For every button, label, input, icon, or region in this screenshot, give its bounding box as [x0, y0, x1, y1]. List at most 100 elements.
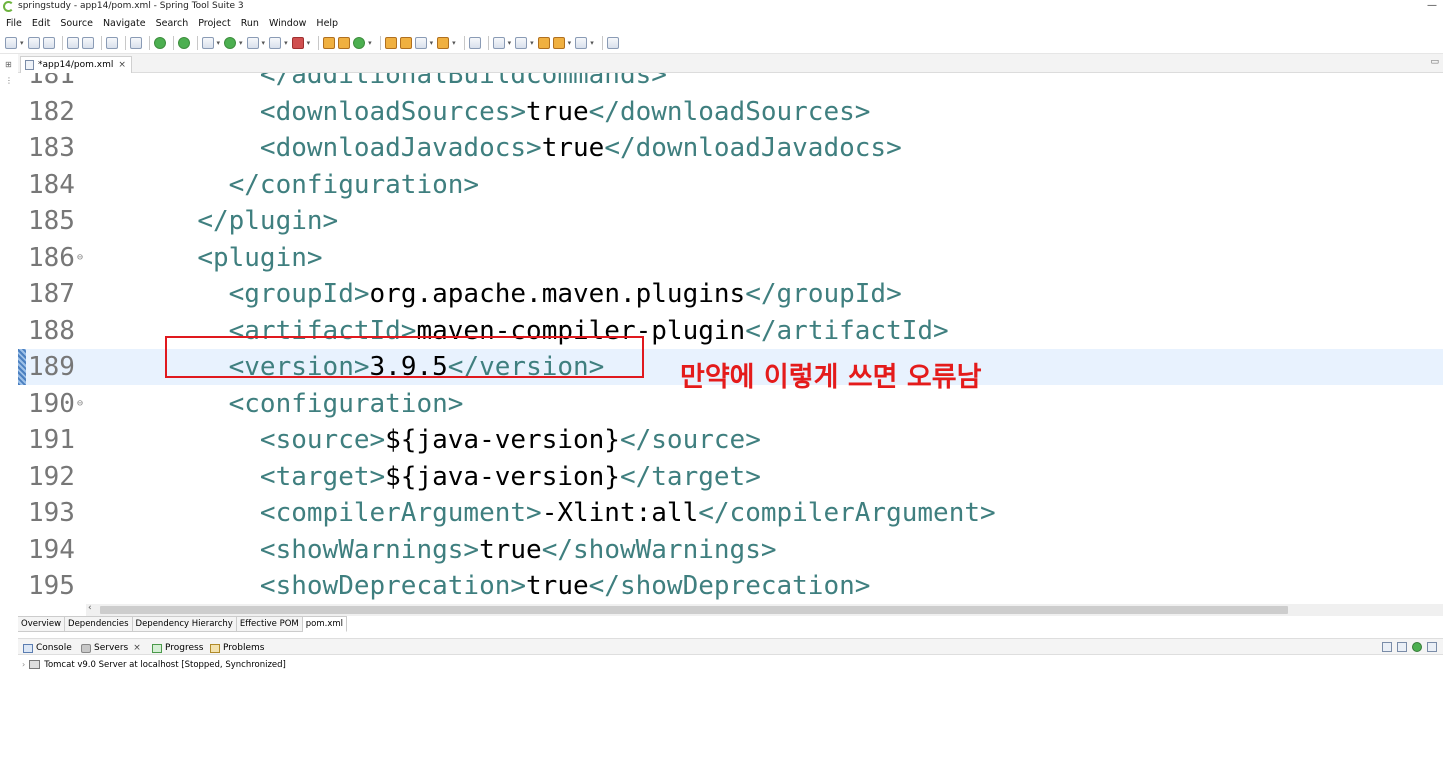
properties-icon[interactable] [81, 36, 94, 49]
dropdown-arrow-icon[interactable]: ▾ [217, 39, 221, 47]
new-file-icon[interactable] [5, 36, 17, 49]
close-icon[interactable]: × [118, 60, 126, 70]
code-line[interactable]: 185 </plugin> [18, 203, 1443, 239]
save-all-icon[interactable] [42, 36, 55, 49]
code-text[interactable]: <plugin> [166, 240, 322, 276]
code-text[interactable]: <showWarnings>true</showWarnings> [166, 532, 777, 568]
tab-pom-xml[interactable]: *app14/pom.xml × [20, 56, 132, 73]
new-package-icon[interactable] [338, 36, 351, 49]
code-line[interactable]: 193 <compilerArgument>-Xlint:all</compil… [18, 495, 1443, 531]
open-resource-icon[interactable] [399, 36, 412, 49]
new-class-icon[interactable] [353, 36, 366, 49]
code-line[interactable]: 191 <source>${java-version}</source> [18, 422, 1443, 458]
close-icon[interactable]: × [133, 643, 141, 653]
dropdown-arrow-icon[interactable]: ▾ [20, 39, 24, 47]
code-text[interactable]: <version>3.9.5</version> [166, 349, 605, 385]
menu-source[interactable]: Source [60, 18, 93, 29]
menu-run[interactable]: Run [241, 18, 259, 29]
hierarchy-icon[interactable]: ⋮ [5, 76, 13, 85]
last-edit-location-icon[interactable] [537, 36, 550, 49]
code-line[interactable]: 181 </additionalBuildcommands> [18, 73, 1443, 93]
dropdown-arrow-icon[interactable]: ▾ [530, 39, 534, 47]
code-text[interactable]: <downloadJavadocs>true</downloadJavadocs… [166, 130, 902, 166]
coverage-icon[interactable] [246, 36, 259, 49]
code-text[interactable]: </configuration> [166, 167, 479, 203]
debug-icon[interactable] [201, 36, 214, 49]
search-icon[interactable] [414, 36, 427, 49]
minimize-button[interactable]: — [1427, 0, 1437, 11]
tab-effective-pom[interactable]: Effective POM [236, 617, 303, 632]
print-icon[interactable] [66, 36, 79, 49]
code-text[interactable]: <groupId>org.apache.maven.plugins</group… [166, 276, 902, 312]
dropdown-arrow-icon[interactable]: ▾ [262, 39, 266, 47]
code-text[interactable]: <showDeprecation>true</showDeprecation> [166, 568, 871, 604]
tab-problems[interactable]: Problems [210, 641, 264, 655]
back-icon[interactable] [552, 36, 565, 49]
dropdown-arrow-icon[interactable]: ▾ [368, 39, 372, 47]
next-annotation-icon[interactable] [492, 36, 505, 49]
menu-window[interactable]: Window [269, 18, 306, 29]
dropdown-arrow-icon[interactable]: ▾ [284, 39, 288, 47]
code-text[interactable]: </plugin> [166, 203, 338, 239]
expand-arrow-icon[interactable]: › [22, 660, 25, 669]
tab-dependencies[interactable]: Dependencies [65, 617, 133, 632]
run-icon[interactable] [224, 36, 237, 49]
spring-boot-dashboard-icon[interactable] [153, 36, 166, 49]
code-line[interactable]: 194 <showWarnings>true</showWarnings> [18, 532, 1443, 568]
code-editor[interactable]: 181 </additionalBuildcommands> 182 <downl… [18, 73, 1443, 604]
menu-file[interactable]: File [6, 18, 22, 29]
fold-toggle-icon[interactable]: ⊖ [77, 240, 83, 276]
code-line[interactable]: 183 <downloadJavadocs>true</downloadJava… [18, 130, 1443, 166]
skip-breakpoints-icon[interactable] [129, 36, 142, 49]
dropdown-arrow-icon[interactable]: ▾ [430, 39, 434, 47]
minimize-maximize-icon[interactable]: ▭ [1430, 57, 1439, 67]
tab-servers[interactable]: Servers × [81, 641, 141, 655]
package-explorer-icon[interactable]: ⊞ [5, 60, 12, 69]
dropdown-arrow-icon[interactable]: ▾ [568, 39, 572, 47]
open-perspective-icon[interactable] [606, 36, 619, 49]
debug-server-icon[interactable] [1397, 642, 1407, 652]
new-java-project-icon[interactable] [323, 36, 336, 49]
menu-help[interactable]: Help [316, 18, 338, 29]
refresh-icon[interactable] [177, 36, 190, 49]
scrollbar-thumb[interactable] [100, 606, 1288, 614]
code-text[interactable]: <downloadSources>true</downloadSources> [166, 94, 871, 130]
menu-project[interactable]: Project [198, 18, 231, 29]
tab-overview[interactable]: Overview [18, 617, 66, 632]
menu-navigate[interactable]: Navigate [103, 18, 146, 29]
dropdown-arrow-icon[interactable]: ▾ [452, 39, 456, 47]
fold-toggle-icon[interactable]: ⊖ [77, 386, 83, 422]
tab-progress[interactable]: Progress [152, 641, 203, 655]
code-text[interactable]: <configuration> [166, 386, 464, 422]
dropdown-arrow-icon[interactable]: ▾ [307, 39, 311, 47]
tab-console[interactable]: Console [23, 641, 72, 655]
menu-edit[interactable]: Edit [32, 18, 50, 29]
open-task-icon[interactable] [437, 36, 450, 49]
dropdown-arrow-icon[interactable]: ▾ [239, 39, 243, 47]
save-icon[interactable] [27, 36, 40, 49]
dropdown-arrow-icon[interactable]: ▾ [508, 39, 512, 47]
profile-server-icon[interactable] [1427, 642, 1437, 652]
dropdown-arrow-icon[interactable]: ▾ [590, 39, 594, 47]
server-list-item[interactable]: › Tomcat v9.0 Server at localhost [Stopp… [22, 658, 286, 671]
previous-annotation-icon[interactable] [515, 36, 528, 49]
code-text[interactable]: <source>${java-version}</source> [166, 422, 761, 458]
terminal-icon[interactable] [105, 36, 118, 49]
code-text[interactable]: <target>${java-version}</target> [166, 459, 761, 495]
tab-dependency-hierarchy[interactable]: Dependency Hierarchy [132, 617, 237, 632]
code-text[interactable]: <artifactId>maven-compiler-plugin</artif… [166, 313, 949, 349]
menu-search[interactable]: Search [156, 18, 189, 29]
code-line[interactable]: 187 <groupId>org.apache.maven.plugins</g… [18, 276, 1443, 312]
code-line[interactable]: 184 </configuration> [18, 167, 1443, 203]
collapse-icon[interactable] [1382, 642, 1392, 652]
code-line[interactable]: 186 ⊖ <plugin> [18, 240, 1443, 276]
code-line[interactable]: 192 <target>${java-version}</target> [18, 459, 1443, 495]
stop-icon[interactable] [269, 36, 282, 49]
external-tools-icon[interactable] [291, 36, 304, 49]
forward-icon[interactable] [575, 36, 588, 49]
code-text[interactable]: <compilerArgument>-Xlint:all</compilerAr… [166, 495, 996, 531]
tab-pom-source[interactable]: pom.xml [302, 617, 348, 632]
open-type-icon[interactable] [384, 36, 397, 49]
code-text[interactable]: </additionalBuildcommands> [166, 73, 667, 93]
web-browser-icon[interactable] [468, 36, 481, 49]
